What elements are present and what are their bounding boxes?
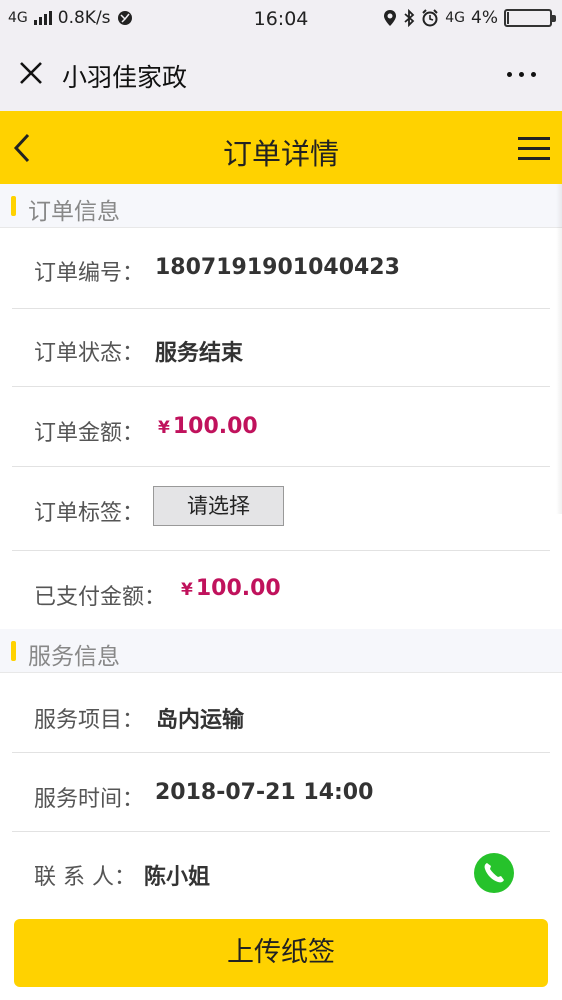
service-item-label: 服务项目： — [34, 708, 145, 733]
service-time-value: 2018-07-21 14:00 — [155, 780, 374, 805]
section-accent-bar — [11, 641, 16, 661]
page-header: 订单详情 — [0, 111, 562, 184]
order-status-label: 订单状态： — [34, 341, 145, 366]
service-time-row: 服务时间： 2018-07-21 14:00 — [0, 753, 562, 832]
paid-amount-row: 已支付金额： ¥100.00 — [0, 551, 562, 629]
order-amount-number: 100.00 — [172, 414, 258, 439]
order-amount-value: ¥100.00 — [158, 414, 258, 439]
order-tag-row: 订单标签： 请选择 — [0, 467, 562, 551]
paid-amount-value: ¥100.00 — [181, 576, 281, 601]
contact-row: 联 系 人： 陈小姐 — [0, 832, 562, 905]
scroll-shadow — [556, 184, 562, 514]
battery-level — [507, 12, 509, 24]
bluetooth-icon — [404, 9, 415, 27]
paid-amount-number: 100.00 — [195, 576, 281, 601]
footer: 上传纸签 — [0, 905, 562, 1000]
paid-amount-label: 已支付金额： — [34, 585, 167, 610]
upload-paper-sign-button[interactable]: 上传纸签 — [14, 919, 548, 987]
currency-symbol: ¥ — [158, 418, 170, 438]
contact-label: 联 系 人： — [34, 865, 136, 890]
order-amount-row: 订单金额： ¥100.00 — [0, 387, 562, 467]
wechat-title: 小羽佳家政 — [62, 63, 188, 92]
order-tag-select[interactable]: 请选择 — [153, 486, 284, 526]
service-item-row: 服务项目： 岛内运输 — [0, 674, 562, 753]
currency-symbol: ¥ — [181, 580, 193, 600]
section-accent-bar — [11, 196, 16, 216]
status-right: 4G 4% — [383, 8, 556, 28]
section-title: 服务信息 — [28, 644, 120, 670]
contact-value: 陈小姐 — [144, 865, 211, 890]
close-icon[interactable] — [18, 60, 44, 86]
network-type-2: 4G — [445, 10, 466, 26]
order-amount-label: 订单金额： — [34, 421, 145, 446]
order-status-row: 订单状态： 服务结束 — [0, 309, 562, 387]
status-bar: 4G 0.8K/s 16:04 4G 4% — [0, 0, 562, 38]
service-item-value: 岛内运输 — [156, 708, 245, 733]
order-number-row: 订单编号： 1807191901040423 — [0, 229, 562, 309]
order-number-label: 订单编号： — [34, 261, 145, 286]
order-number-value: 1807191901040423 — [155, 255, 400, 280]
section-header-service: 服务信息 — [0, 629, 562, 673]
battery-icon — [504, 9, 556, 27]
more-options-icon[interactable] — [507, 72, 536, 77]
battery-percent: 4% — [471, 8, 498, 28]
menu-icon[interactable] — [518, 135, 550, 161]
service-time-label: 服务时间： — [34, 787, 145, 812]
order-tag-label: 订单标签： — [34, 501, 145, 526]
section-title: 订单信息 — [28, 199, 120, 225]
wechat-title-bar: 小羽佳家政 — [0, 38, 562, 111]
order-status-value: 服务结束 — [155, 341, 244, 366]
phone-icon[interactable] — [474, 853, 514, 893]
alarm-icon — [422, 9, 438, 27]
location-icon — [384, 10, 397, 26]
page-title: 订单详情 — [222, 137, 339, 171]
section-header-order: 订单信息 — [0, 184, 562, 228]
